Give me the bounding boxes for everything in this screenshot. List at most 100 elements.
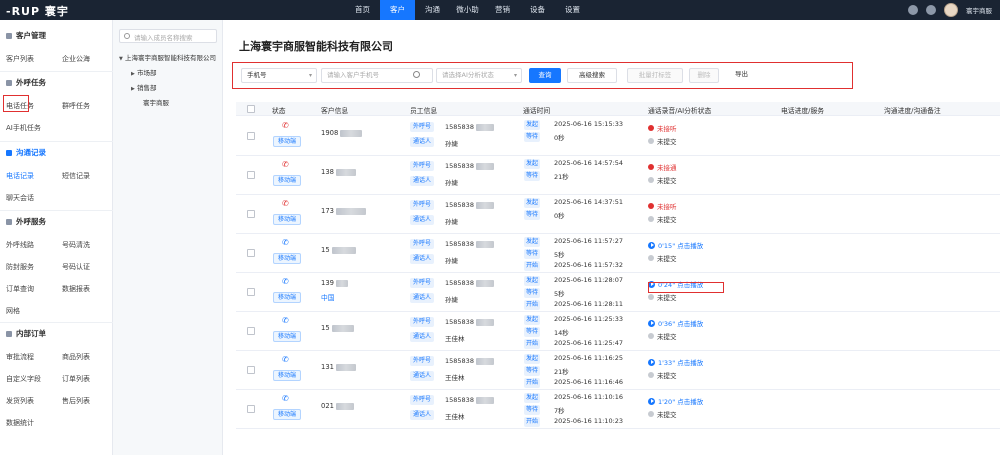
export-button[interactable]: 导出 bbox=[728, 68, 755, 83]
table-row[interactable]: ✆ 移动端 173 外呼号 1585838 通话人 孙婕 发起 2025-06-16 14:37… bbox=[236, 195, 1000, 234]
delete-button[interactable]: 删除 bbox=[689, 68, 719, 83]
row-checkbox[interactable] bbox=[247, 366, 255, 374]
nav-item[interactable]: 微小助 bbox=[450, 0, 485, 20]
phone-icon: ✆ bbox=[282, 121, 289, 130]
play-recording-link[interactable]: 1'20" 点击播放 bbox=[658, 396, 703, 406]
row-checkbox[interactable] bbox=[247, 327, 255, 335]
tree-search-input[interactable]: 请输入成员名称搜索 bbox=[119, 29, 217, 43]
nav-item[interactable]: 首页 bbox=[345, 0, 380, 20]
customer-number[interactable]: 139 bbox=[321, 279, 348, 287]
sidebar-item[interactable]: 外呼线路 bbox=[6, 240, 34, 250]
search-icon[interactable] bbox=[908, 5, 918, 15]
masked-digits bbox=[475, 357, 494, 365]
play-recording-link[interactable]: 1'33" 点击播放 bbox=[658, 357, 703, 367]
tree-node-label: 市场部 bbox=[137, 69, 157, 77]
app-logo[interactable]: -RUP 寰宇 bbox=[6, 3, 69, 19]
customer-number[interactable]: 021 bbox=[321, 402, 354, 410]
sidebar-item[interactable]: 自定义字段 bbox=[6, 374, 41, 384]
row-checkbox[interactable] bbox=[247, 405, 255, 413]
table-row[interactable]: ✆ 移动端 15 外呼号 1585838 通话人 王佳林 发起 2025-06-16 11:25… bbox=[236, 312, 1000, 351]
sidebar-item[interactable]: 网格 bbox=[6, 306, 20, 316]
table-row[interactable]: ✆ 移动端 15 外呼号 1585838 通话人 孙婕 发起 2025-06-16 11:57:… bbox=[236, 234, 1000, 273]
table-row[interactable]: ✆ 移动端 021 外呼号 1585838 通话人 王佳林 发起 2025-06-16 11:1… bbox=[236, 390, 1000, 429]
device-tag: 移动端 bbox=[273, 253, 302, 264]
nav-item[interactable]: 沟通 bbox=[415, 0, 450, 20]
customer-number[interactable]: 15 bbox=[321, 246, 356, 254]
nav-item[interactable]: 客户 bbox=[380, 0, 415, 20]
query-button[interactable]: 查询 bbox=[529, 68, 561, 83]
sidebar-item[interactable]: 短信记录 bbox=[62, 171, 90, 181]
sidebar-item[interactable]: 订单查询 bbox=[6, 284, 34, 294]
nav-item[interactable]: 营销 bbox=[485, 0, 520, 20]
nav-item[interactable]: 设置 bbox=[555, 0, 590, 20]
play-icon[interactable] bbox=[648, 241, 655, 249]
sidebar-section-title[interactable]: 外呼服务 bbox=[6, 216, 46, 227]
avatar[interactable] bbox=[944, 3, 958, 17]
tree-node-child[interactable]: ▶ 市场部 bbox=[131, 67, 157, 77]
customer-number[interactable]: 131 bbox=[321, 363, 356, 371]
play-recording-link[interactable]: 0'15" 点击播放 bbox=[658, 240, 703, 250]
batch-tag-button[interactable]: 批量打标签 bbox=[627, 68, 683, 83]
start-time: 2025-06-16 11:16:25 bbox=[554, 354, 624, 362]
sidebar-section-title[interactable]: 沟通记录 bbox=[6, 147, 46, 158]
customer-number[interactable]: 15 bbox=[321, 324, 354, 332]
bell-icon[interactable] bbox=[926, 5, 936, 15]
sidebar-item[interactable]: 数据统计 bbox=[6, 418, 34, 428]
play-recording-link[interactable]: 0'36" 点击播放 bbox=[658, 318, 703, 328]
sidebar-item[interactable]: 群呼任务 bbox=[62, 101, 90, 111]
table-row[interactable]: ✆ 移动端 139 中国 外呼号 1585838 通话人 孙婕 发起 2025-06-16 11:… bbox=[236, 273, 1000, 312]
row-checkbox[interactable] bbox=[247, 249, 255, 257]
outbound-number: 1585838 bbox=[445, 318, 494, 326]
sidebar-item[interactable]: 企业公海 bbox=[62, 54, 90, 64]
row-checkbox[interactable] bbox=[247, 132, 255, 140]
duration-label: 等待 bbox=[524, 327, 541, 337]
play-icon[interactable] bbox=[648, 319, 655, 327]
play-icon[interactable] bbox=[648, 397, 655, 405]
sidebar-item[interactable]: 商品列表 bbox=[62, 352, 90, 362]
outbound-label: 外呼号 bbox=[410, 161, 435, 171]
table-row[interactable]: ✆ 移动端 1908 外呼号 1585838 通话人 孙婕 发起 2025-06-16 15:1… bbox=[236, 117, 1000, 156]
tree-node-company[interactable]: ▼ 上海寰宇商服智能科技有限公司 bbox=[119, 52, 216, 62]
row-checkbox[interactable] bbox=[247, 171, 255, 179]
recording-status: 0'15" 点击播放 bbox=[648, 240, 703, 250]
sidebar-item[interactable]: 号码认证 bbox=[62, 262, 90, 272]
tree-node-child[interactable]: 寰宇商服 bbox=[137, 97, 169, 107]
select-all-checkbox[interactable] bbox=[247, 105, 255, 113]
tree-node-child[interactable]: ▶ 销售部 bbox=[131, 82, 157, 92]
table-row[interactable]: ✆ 移动端 131 外呼号 1585838 通话人 王佳林 发起 2025-06-16 11:1… bbox=[236, 351, 1000, 390]
customer-number[interactable]: 1908 bbox=[321, 129, 363, 137]
sidebar-item[interactable]: 防封服务 bbox=[6, 262, 34, 272]
row-checkbox[interactable] bbox=[247, 210, 255, 218]
customer-number[interactable]: 173 bbox=[321, 207, 366, 215]
advanced-search-button[interactable]: 高级搜索 bbox=[567, 68, 617, 83]
phone-icon: ✆ bbox=[282, 199, 289, 208]
sidebar-section-title[interactable]: 外呼任务 bbox=[6, 77, 46, 88]
row-checkbox[interactable] bbox=[247, 288, 255, 296]
sidebar-item[interactable]: 聊天会话 bbox=[6, 193, 34, 203]
sidebar-item[interactable]: 售后列表 bbox=[62, 396, 90, 406]
sidebar-item[interactable]: 客户列表 bbox=[6, 54, 34, 64]
nav-item[interactable]: 设备 bbox=[520, 0, 555, 20]
user-name[interactable]: 寰宇商服 bbox=[966, 5, 992, 15]
sidebar-section-title[interactable]: 内部订单 bbox=[6, 328, 46, 339]
start-label: 发起 bbox=[524, 354, 541, 364]
sidebar-item[interactable]: 号码清洗 bbox=[62, 240, 90, 250]
outbound-label: 外呼号 bbox=[410, 239, 435, 249]
sidebar-item[interactable]: 电话记录 bbox=[6, 171, 34, 181]
sidebar-item[interactable]: 发货列表 bbox=[6, 396, 34, 406]
ai-status-select[interactable]: 请选择AI分析状态 ▾ bbox=[436, 68, 522, 83]
sidebar-item[interactable]: AI手机任务 bbox=[6, 123, 41, 133]
sidebar-section-title[interactable]: 客户管理 bbox=[6, 30, 46, 41]
play-icon[interactable] bbox=[648, 358, 655, 366]
sidebar-item[interactable]: 数据报表 bbox=[62, 284, 90, 294]
table-row[interactable]: ✆ 移动端 138 外呼号 1585838 通话人 孙婕 发起 2025-06-16 14:57… bbox=[236, 156, 1000, 195]
sidebar-item[interactable]: 订单列表 bbox=[62, 374, 90, 384]
search-button[interactable] bbox=[408, 68, 433, 83]
device-tag: 移动端 bbox=[273, 370, 302, 381]
masked-digits bbox=[475, 318, 494, 326]
customer-number[interactable]: 138 bbox=[321, 168, 356, 176]
search-type-select[interactable]: 手机号 ▾ bbox=[241, 68, 317, 83]
duration-value: 0秒 bbox=[554, 134, 565, 142]
sidebar-item[interactable]: 审批流程 bbox=[6, 352, 34, 362]
staff-label: 通话人 bbox=[410, 215, 435, 225]
